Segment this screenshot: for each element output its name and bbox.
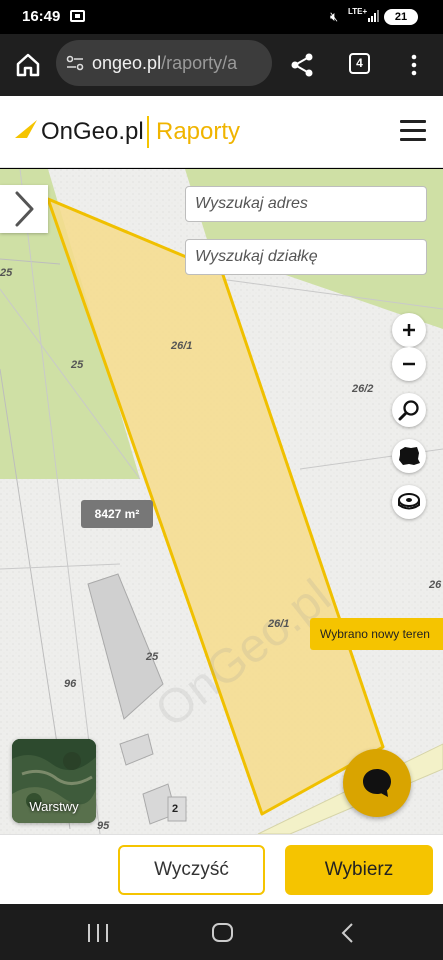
parcel-label: 25	[71, 359, 84, 371]
zoom-out-icon	[403, 362, 415, 366]
url-path: /raporty/a	[161, 53, 238, 73]
section-title: Raporty	[156, 118, 241, 145]
parcel-label: 25	[146, 651, 159, 663]
panel-toggle-button[interactable]	[0, 185, 48, 233]
hamburger-menu-icon[interactable]	[400, 120, 426, 142]
selection-toast: Wybrano nowy teren	[310, 618, 443, 650]
tabs-icon[interactable]: 4	[349, 53, 370, 74]
map[interactable]: OnGeo.pl 26/1 25 25 26/2 26/1 25 96 26 2…	[0, 169, 443, 834]
zoom-out-button[interactable]	[392, 347, 426, 381]
country-view-button[interactable]	[392, 439, 426, 473]
status-bar: 16:49 🔇︎ LTE+ 21	[0, 0, 443, 34]
area-badge: 8427 m²	[81, 500, 153, 528]
browser-toolbar: ongeo.pl/raporty/a 4	[0, 34, 443, 96]
parcel-label: 26	[429, 579, 442, 591]
chevron-right-icon	[15, 191, 34, 227]
zoom-in-button[interactable]	[392, 313, 426, 347]
screen-record-icon	[70, 10, 85, 22]
home-icon[interactable]	[14, 51, 42, 79]
mute-icon: 🔇︎	[330, 9, 339, 24]
parcel-label: 26/2	[352, 383, 374, 395]
search-map-button[interactable]	[392, 393, 426, 427]
chat-icon	[363, 769, 391, 797]
measure-button[interactable]	[392, 485, 426, 519]
battery-icon: 21	[384, 9, 418, 25]
logo-text[interactable]: OnGeo.pl	[41, 118, 144, 146]
recents-icon[interactable]	[88, 924, 108, 942]
network-type: LTE+	[348, 7, 368, 16]
parcel-label: 26/1	[171, 340, 193, 352]
layers-button[interactable]: Warstwy	[12, 739, 96, 823]
tape-measure-icon	[398, 493, 420, 510]
url-bar[interactable]: ongeo.pl/raporty/a	[56, 40, 272, 86]
logo-icon	[15, 120, 37, 138]
action-bar: Wyczyść Wybierz	[0, 834, 443, 904]
clear-button[interactable]: Wyczyść	[118, 845, 265, 895]
site-header: OnGeo.pl Raporty	[0, 96, 443, 168]
share-icon[interactable]	[288, 51, 316, 79]
site-settings-icon[interactable]	[66, 55, 84, 71]
url-text: ongeo.pl/raporty/a	[92, 53, 237, 74]
layers-label: Warstwy	[29, 799, 79, 814]
status-time: 16:49	[22, 8, 61, 25]
parcel-label: 26/1	[268, 618, 290, 630]
signal-icon	[368, 10, 379, 22]
parcel-search-input[interactable]	[185, 239, 427, 275]
system-navigation-bar	[0, 904, 443, 960]
logo-divider	[147, 116, 149, 148]
select-button[interactable]: Wybierz	[285, 845, 433, 895]
zoom-in-icon	[403, 324, 415, 336]
parcel-label: 95	[97, 820, 110, 832]
more-vert-icon[interactable]	[404, 51, 424, 79]
poland-map-icon	[399, 447, 420, 465]
magnifier-icon	[398, 400, 419, 421]
address-search-input[interactable]	[185, 186, 427, 222]
home-nav-icon[interactable]	[212, 923, 233, 942]
parcel-label: 2	[172, 803, 179, 815]
back-icon[interactable]	[338, 922, 358, 944]
parcel-label: 25	[0, 267, 13, 279]
url-host: ongeo.pl	[92, 53, 162, 73]
parcel-label: 96	[64, 678, 77, 690]
chat-button[interactable]	[343, 749, 411, 817]
